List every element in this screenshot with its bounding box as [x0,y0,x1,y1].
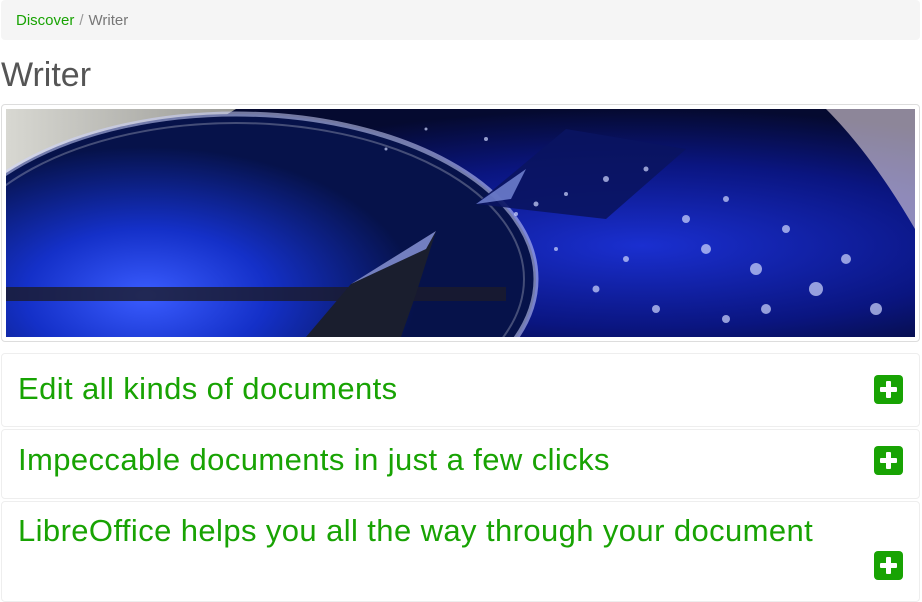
page-title: Writer [1,56,92,94]
breadcrumb-separator: / [79,11,84,29]
panel-edit-documents[interactable]: Edit all kinds of documents [1,353,920,427]
plus-square-icon[interactable] [874,446,903,475]
fountain-pen-ink-photo [6,109,915,337]
panel-title-edit-documents[interactable]: Edit all kinds of documents [18,372,838,406]
breadcrumb: Discover / Writer [1,0,920,40]
panel-impeccable-documents[interactable]: Impeccable documents in just a few click… [1,429,920,499]
plus-square-icon[interactable] [874,375,903,404]
panel-libreoffice-helps[interactable]: LibreOffice helps you all the way throug… [1,501,920,602]
banner-image [1,104,920,342]
panel-title-impeccable-documents[interactable]: Impeccable documents in just a few click… [18,443,838,477]
plus-square-icon[interactable] [874,551,903,580]
breadcrumb-link-discover[interactable]: Discover [16,12,74,29]
panel-title-libreoffice-helps[interactable]: LibreOffice helps you all the way throug… [18,514,838,548]
breadcrumb-current: Writer [88,11,129,29]
